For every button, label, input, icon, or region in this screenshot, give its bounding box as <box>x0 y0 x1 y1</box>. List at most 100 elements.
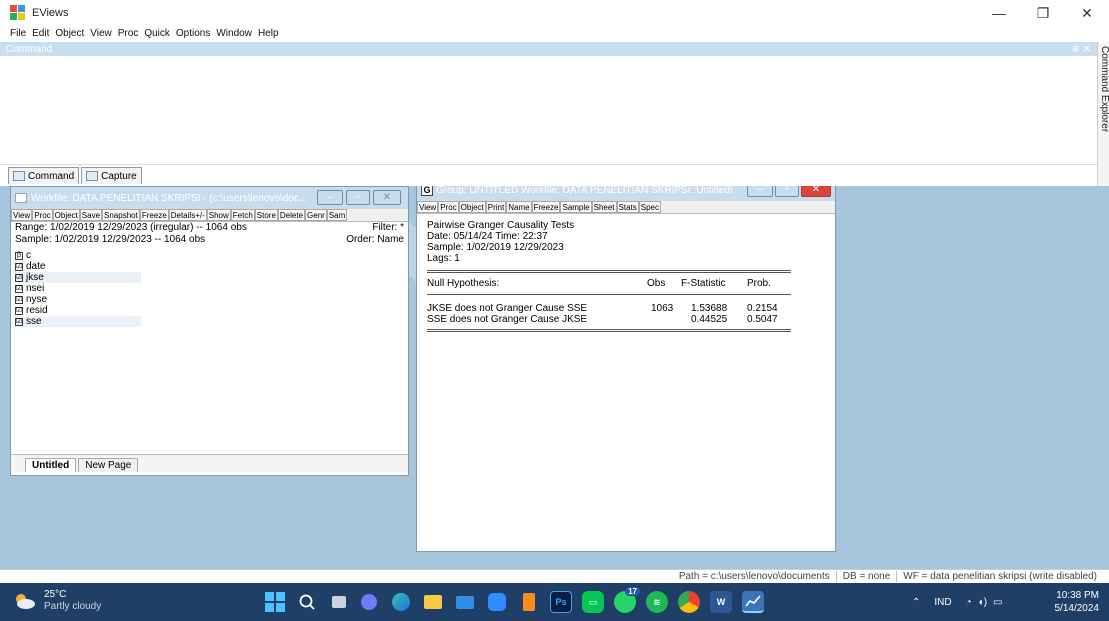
wf-show-button[interactable]: Show <box>206 209 231 221</box>
tab-capture[interactable]: Capture <box>81 167 142 184</box>
group-close-button[interactable]: ✕ <box>801 186 831 197</box>
wf-store-button[interactable]: Store <box>254 209 278 221</box>
task-view-icon[interactable] <box>328 591 350 613</box>
close-button[interactable]: ✕ <box>1065 0 1109 26</box>
grp-object-button[interactable]: Object <box>458 201 486 213</box>
row-hypothesis: JKSE does not Granger Cause SSE <box>427 303 588 314</box>
group-minimize-button[interactable]: – <box>747 186 773 197</box>
list-item[interactable]: ☑ nsei <box>15 283 141 294</box>
workfile-close-button[interactable]: ✕ <box>373 190 401 205</box>
grp-proc-button[interactable]: Proc <box>438 201 459 213</box>
command-pane-controls[interactable]: ⊕ ✕ <box>1071 44 1091 55</box>
wf-fetch-button[interactable]: Fetch <box>230 209 255 221</box>
grp-sample-button[interactable]: Sample <box>560 201 592 213</box>
group-maximize-button[interactable]: ▫ <box>775 186 799 197</box>
wf-delete-button[interactable]: Delete <box>277 209 306 221</box>
group-title-bar[interactable]: G Group: UNTITLED Workfile: DATA PENELIT… <box>417 186 835 201</box>
minimize-button[interactable]: — <box>977 0 1021 26</box>
list-item-label: sse <box>26 316 42 327</box>
wf-snapshot-button[interactable]: Snapshot <box>102 209 140 221</box>
menu-quick[interactable]: Quick <box>144 28 170 39</box>
page-tab-new-page[interactable]: New Page <box>78 458 139 472</box>
list-item[interactable]: ☑ jkse <box>15 272 141 283</box>
group-title: Group: UNTITLED Workfile: DATA PENELITIA… <box>436 186 733 196</box>
language-indicator[interactable]: IND <box>934 597 951 608</box>
grp-sheet-button[interactable]: Sheet <box>591 201 617 213</box>
row-prob: 0.5047 <box>747 314 778 325</box>
tab-command[interactable]: Command <box>8 167 80 184</box>
table-header-row: Null Hypothesis: Obs F-Statistic Prob. <box>427 273 791 295</box>
menu-edit[interactable]: Edit <box>32 28 49 39</box>
grp-view-button[interactable]: View <box>417 201 439 213</box>
edge-icon[interactable] <box>390 591 412 613</box>
system-clock[interactable]: 10:38 PM 5/14/2024 <box>1055 589 1100 615</box>
menu-view[interactable]: View <box>90 28 112 39</box>
menu-object[interactable]: Object <box>55 28 84 39</box>
group-window: G Group: UNTITLED Workfile: DATA PENELIT… <box>416 186 836 552</box>
grp-spec-button[interactable]: Spec <box>638 201 661 213</box>
office-icon[interactable] <box>518 591 540 613</box>
wf-proc-button[interactable]: Proc <box>32 209 53 221</box>
wf-freeze-button[interactable]: Freeze <box>139 209 169 221</box>
list-item[interactable]: ☑ sse <box>15 316 141 327</box>
menu-help[interactable]: Help <box>258 28 279 39</box>
workfile-maximize-button[interactable]: ▫ <box>346 190 370 205</box>
workfile-toolbar: View Proc Object Save Snapshot Freeze De… <box>11 209 408 222</box>
menu-proc[interactable]: Proc <box>118 28 139 39</box>
app-title-bar: EViews — ❐ ✕ <box>0 0 1109 26</box>
list-item[interactable]: β c <box>15 250 141 261</box>
zoom-icon[interactable] <box>486 591 508 613</box>
header-null-hypothesis: Null Hypothesis: <box>427 278 500 289</box>
menu-options[interactable]: Options <box>176 28 210 39</box>
list-item[interactable]: ☑ resid <box>15 305 141 316</box>
wf-genr-button[interactable]: Genr <box>305 209 327 221</box>
whatsapp-icon[interactable]: 17 <box>614 587 640 613</box>
status-bar: Path = c:\users\lenovo\documents DB = no… <box>0 569 1109 583</box>
table-row: SSE does not Granger Cause JKSE 0.44525 … <box>427 314 791 325</box>
workfile-order[interactable]: Order: Name <box>346 234 404 246</box>
wf-view-button[interactable]: View <box>11 209 33 221</box>
menu-window[interactable]: Window <box>216 28 252 39</box>
chrome-icon[interactable] <box>678 591 700 613</box>
file-explorer-icon[interactable] <box>422 591 444 613</box>
wifi-icon[interactable]: ◔ <box>966 597 972 608</box>
workfile-window: Workfile: DATA PENELITIAN SKRIPSI - (c:\… <box>10 186 409 476</box>
workfile-object-list: β c ☑ date ☑ jkse ☑ nsei ☑ nyse ☑ resid <box>11 250 408 327</box>
restore-button[interactable]: ❐ <box>1021 0 1065 26</box>
wf-details-button[interactable]: Details+/- <box>168 209 207 221</box>
word-icon[interactable]: W <box>710 591 732 613</box>
search-icon[interactable] <box>296 591 318 613</box>
grp-stats-button[interactable]: Stats <box>616 201 639 213</box>
battery-icon[interactable]: ▭ <box>993 597 1002 608</box>
chevron-up-icon[interactable]: ⌃ <box>912 597 920 608</box>
eviews-app-icon <box>10 5 26 21</box>
mail-icon[interactable] <box>454 591 476 613</box>
eviews-taskbar-icon[interactable] <box>742 591 764 613</box>
chat-icon[interactable] <box>358 591 380 613</box>
grp-print-button[interactable]: Print <box>485 201 507 213</box>
page-tab-untitled[interactable]: Untitled <box>25 458 77 472</box>
workfile-minimize-button[interactable]: – <box>317 190 343 205</box>
command-pane-title: Command <box>6 43 53 55</box>
spotify-icon[interactable]: ≋ <box>646 591 668 613</box>
table-row: JKSE does not Granger Cause SSE 1063 1.5… <box>427 303 791 314</box>
list-item[interactable]: ☑ nyse <box>15 294 141 305</box>
line-icon[interactable]: ▭ <box>582 591 604 613</box>
workfile-title-bar[interactable]: Workfile: DATA PENELITIAN SKRIPSI - (c:\… <box>11 187 408 209</box>
wf-save-button[interactable]: Save <box>79 209 103 221</box>
command-input-area[interactable] <box>0 56 1097 164</box>
grp-freeze-button[interactable]: Freeze <box>531 201 561 213</box>
weather-widget[interactable]: 25°C Partly cloudy <box>12 589 101 613</box>
workfile-page-tabs: Untitled New Page <box>11 454 408 472</box>
weather-desc: Partly cloudy <box>44 601 102 612</box>
command-explorer-sidebar[interactable]: Command Explorer <box>1097 42 1109 192</box>
photoshop-icon[interactable]: Ps <box>550 591 572 613</box>
start-icon[interactable] <box>264 591 286 613</box>
workfile-filter[interactable]: Filter: * <box>372 222 404 234</box>
wf-object-button[interactable]: Object <box>52 209 80 221</box>
menu-file[interactable]: File <box>10 28 26 39</box>
wf-sample-button[interactable]: Sam <box>326 209 348 221</box>
grp-name-button[interactable]: Name <box>506 201 532 213</box>
volume-icon[interactable]: ◖) <box>978 597 987 608</box>
list-item[interactable]: ☑ date <box>15 261 141 272</box>
